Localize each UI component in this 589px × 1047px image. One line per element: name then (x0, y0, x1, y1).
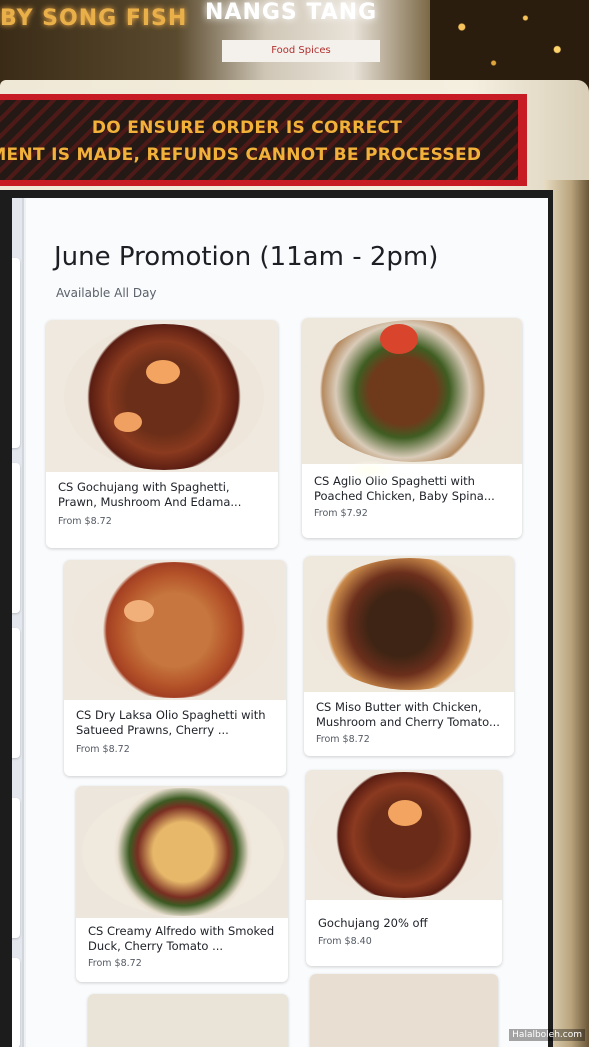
dish-image (302, 318, 522, 464)
neon-sign-center: NANGS TANG (205, 0, 378, 25)
screen-content: June Promotion (11am - 2pm) Available Al… (12, 198, 548, 1047)
screen-glare (347, 460, 393, 480)
page-title: June Promotion (11am - 2pm) (54, 242, 439, 272)
menu-item-price: From $8.72 (88, 958, 142, 969)
menu-panel: June Promotion (11am - 2pm) Available Al… (26, 198, 548, 1047)
menu-item-card-partial[interactable] (310, 974, 498, 1047)
dish-plate (64, 324, 264, 470)
dish-image (46, 320, 278, 472)
dish-plate (72, 562, 276, 698)
dish-image (64, 560, 286, 700)
dish-plate (82, 788, 284, 916)
neon-sign-left: BY SONG FISH (0, 6, 188, 31)
menu-item-card[interactable]: CS Gochujang with Spaghetti, Prawn, Mush… (46, 320, 278, 548)
menu-item-card[interactable]: CS Dry Laksa Olio Spaghetti with Satueed… (64, 560, 286, 776)
menu-item-card-partial[interactable] (88, 994, 288, 1047)
menu-item-name: CS Aglio Olio Spaghetti with Poached Chi… (314, 474, 495, 503)
dish-image (76, 786, 288, 918)
sidebar-category-card[interactable] (12, 798, 20, 938)
warning-banner-inner: DO ENSURE ORDER IS CORRECT YMENT IS MADE… (0, 100, 518, 180)
menu-item-price: From $8.40 (318, 936, 372, 947)
kiosk-screen: June Promotion (11am - 2pm) Available Al… (0, 190, 553, 1047)
prawn-garnish (124, 600, 154, 622)
menu-item-name: CS Gochujang with Spaghetti, Prawn, Mush… (58, 480, 242, 509)
sidebar-category-card[interactable] (12, 958, 20, 1047)
warning-banner: DO ENSURE ORDER IS CORRECT YMENT IS MADE… (0, 94, 527, 186)
prawn-garnish (388, 800, 422, 826)
dish-image (306, 770, 502, 900)
menu-item-card[interactable]: CS Miso Butter with Chicken, Mushroom an… (304, 556, 514, 756)
menu-item-name: Gochujang 20% off (318, 916, 428, 930)
decorative-lights (430, 0, 589, 90)
menu-item-price: From $8.72 (58, 516, 112, 527)
watermark: Halalboleh.com (509, 1029, 585, 1041)
store-sign: Food Spices (222, 40, 380, 62)
menu-item-price: From $8.72 (316, 734, 370, 745)
tomato-garnish (380, 324, 418, 354)
menu-item-price: From $7.92 (314, 508, 368, 519)
warning-line-2: YMENT IS MADE, REFUNDS CANNOT BE PROCESS… (0, 145, 482, 165)
page-subtitle: Available All Day (56, 286, 157, 300)
menu-item-card[interactable]: CS Creamy Alfredo with Smoked Duck, Cher… (76, 786, 288, 982)
menu-item-card[interactable]: Gochujang 20% off From $8.40 (306, 770, 502, 966)
menu-item-name: CS Dry Laksa Olio Spaghetti with Satueed… (76, 708, 266, 737)
dish-image (304, 556, 514, 692)
menu-item-price: From $8.72 (76, 744, 130, 755)
sidebar-category-card[interactable] (12, 258, 20, 448)
menu-item-card[interactable]: CS Aglio Olio Spaghetti with Poached Chi… (302, 318, 522, 538)
dish-plate (310, 772, 498, 898)
menu-item-name: CS Creamy Alfredo with Smoked Duck, Cher… (88, 924, 275, 953)
warning-line-1: DO ENSURE ORDER IS CORRECT (91, 118, 403, 138)
dish-plate (310, 558, 510, 690)
menu-item-name: CS Miso Butter with Chicken, Mushroom an… (316, 700, 500, 729)
sidebar-category-card[interactable] (12, 628, 20, 758)
sidebar-category-card[interactable] (12, 463, 20, 613)
prawn-garnish (114, 412, 142, 432)
prawn-garnish (146, 360, 180, 384)
